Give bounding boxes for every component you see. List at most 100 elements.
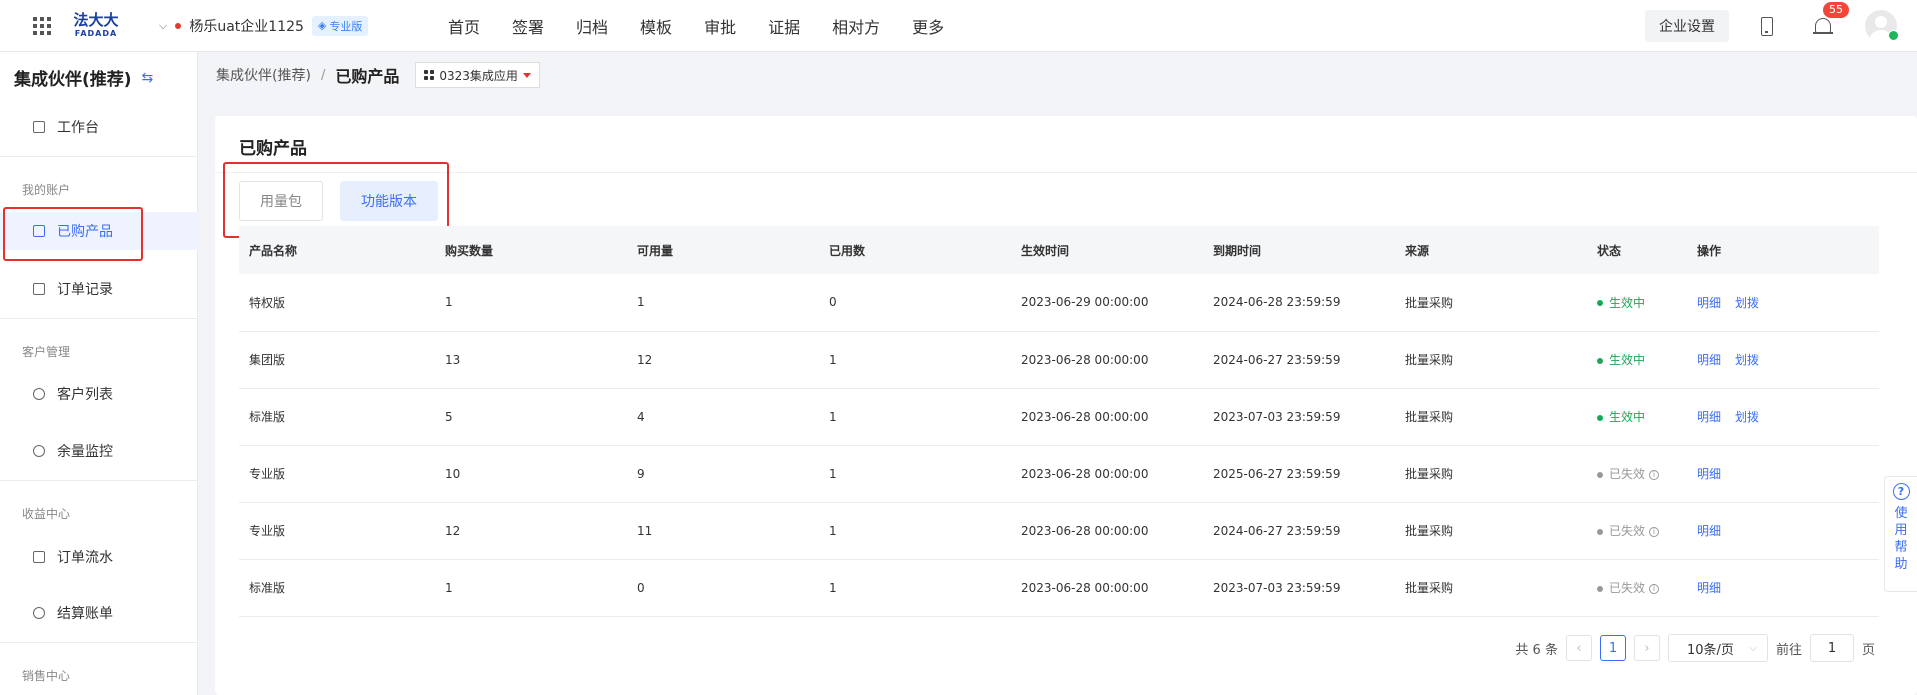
help-floating-button[interactable]: ? 使用帮助 xyxy=(1884,476,1917,592)
cell-product-name: 标准版 xyxy=(239,559,435,617)
transfer-link[interactable]: 划拨 xyxy=(1735,410,1759,424)
cell-available: 11 xyxy=(627,502,819,560)
cell-product-name: 特权版 xyxy=(239,274,435,332)
cell-start-time: 2023-06-28 00:00:00 xyxy=(1011,559,1203,617)
fadada-logo[interactable]: 法大大 FADADA xyxy=(71,11,121,41)
sidebar-item-customer-list[interactable]: 客户列表 xyxy=(0,375,198,413)
enterprise-settings-button[interactable]: 企业设置 xyxy=(1645,10,1729,42)
cell-source: 批量采购 xyxy=(1395,331,1587,389)
breadcrumb: 集成伙伴(推荐) / 已购产品 0323集成应用 xyxy=(216,62,540,88)
info-icon[interactable]: i xyxy=(1649,526,1660,537)
status-dot xyxy=(1597,357,1603,364)
transfer-link[interactable]: 划拨 xyxy=(1735,296,1759,310)
app-grid-small-icon xyxy=(424,70,435,80)
detail-link[interactable]: 明细 xyxy=(1697,353,1721,367)
cell-available: 12 xyxy=(627,331,819,389)
card-divider xyxy=(215,172,1917,173)
cell-used: 0 xyxy=(819,274,1011,332)
cell-actions: 明细 xyxy=(1687,445,1879,503)
sidebar-item-balance-monitor[interactable]: 余量监控 xyxy=(0,432,198,470)
page-size-select[interactable]: 10条/页 ⌵ xyxy=(1667,634,1768,662)
info-icon[interactable]: i xyxy=(1649,583,1660,594)
cell-source: 批量采购 xyxy=(1395,388,1587,446)
sidebar-group-account: 我的账户 xyxy=(22,183,71,197)
table-row: 专业版 12 11 1 2023-06-28 00:00:00 2024-06-27 23… xyxy=(239,502,1879,560)
cell-actions: 明细 xyxy=(1687,502,1879,560)
cell-start-time: 2023-06-29 00:00:00 xyxy=(1011,274,1203,332)
sidebar-item-settlement[interactable]: 结算账单 xyxy=(0,594,198,632)
cell-used: 1 xyxy=(819,445,1011,503)
nav-approval[interactable]: 审批 xyxy=(704,14,736,38)
page-title: 已购产品 xyxy=(335,67,400,86)
sidebar-item-workbench[interactable]: 工作台 xyxy=(0,108,198,146)
sidebar-group-revenue: 收益中心 xyxy=(22,507,71,521)
sidebar-divider xyxy=(0,318,198,319)
nav-sign[interactable]: 签署 xyxy=(512,14,544,38)
page-size-label: 10条/页 xyxy=(1686,642,1734,658)
sidebar-item-order-flow[interactable]: 订单流水 xyxy=(0,538,198,576)
prev-page-button[interactable]: ‹ xyxy=(1565,635,1592,661)
nav-more[interactable]: 更多 xyxy=(912,14,944,38)
detail-link[interactable]: 明细 xyxy=(1697,410,1721,424)
cell-product-name: 标准版 xyxy=(239,388,435,446)
sidebar-title-text: 集成伙伴(推荐) xyxy=(14,70,132,90)
table-header-row: 产品名称 购买数量 可用量 已用数 生效时间 到期时间 来源 状态 操作 xyxy=(239,226,1879,274)
goto-page-input[interactable]: 1 xyxy=(1809,634,1854,662)
notification-count-badge: 55 xyxy=(1823,2,1849,18)
app-selector[interactable]: 0323集成应用 xyxy=(415,62,540,88)
help-label: 使用帮助 xyxy=(1894,506,1908,572)
cell-available: 0 xyxy=(627,559,819,617)
status-label: 生效中 xyxy=(1609,353,1646,367)
status-label: 已失效 xyxy=(1609,467,1646,481)
cell-end-time: 2023-07-03 23:59:59 xyxy=(1203,388,1395,446)
sidebar-group-customer: 客户管理 xyxy=(22,345,71,359)
card-title: 已购产品 xyxy=(239,139,307,159)
app-grid-icon[interactable] xyxy=(31,15,53,37)
verified-check-icon xyxy=(1888,30,1899,41)
nav-evidence[interactable]: 证据 xyxy=(768,14,800,38)
edition-label: 专业版 xyxy=(329,19,363,33)
switch-icon[interactable]: ⇆ xyxy=(142,70,154,86)
col-used: 已用数 xyxy=(829,243,866,258)
sidebar-divider xyxy=(0,480,198,481)
breadcrumb-parent[interactable]: 集成伙伴(推荐) xyxy=(216,65,311,85)
status-dot xyxy=(1597,300,1603,307)
cell-status: 已失效 i xyxy=(1587,445,1687,503)
bell-icon xyxy=(1815,18,1831,33)
cell-start-time: 2023-06-28 00:00:00 xyxy=(1011,388,1203,446)
sidebar-item-label: 结算账单 xyxy=(57,606,113,622)
top-right-actions: 企业设置 55 xyxy=(1645,0,1917,52)
col-available: 可用量 xyxy=(637,243,674,258)
col-actions: 操作 xyxy=(1697,243,1722,258)
transfer-link[interactable]: 划拨 xyxy=(1735,353,1759,367)
logo-text-cn: 法大大 xyxy=(73,11,119,29)
detail-link[interactable]: 明细 xyxy=(1697,467,1721,481)
page-number-current[interactable]: 1 xyxy=(1599,635,1626,661)
detail-link[interactable]: 明细 xyxy=(1697,524,1721,538)
nav-counterparty[interactable]: 相对方 xyxy=(832,14,880,38)
nav-archive[interactable]: 归档 xyxy=(576,14,608,38)
mobile-phone-icon[interactable] xyxy=(1761,16,1773,36)
trend-chart-icon xyxy=(33,551,45,563)
cell-purchase-qty: 12 xyxy=(435,502,627,560)
next-page-button[interactable]: › xyxy=(1633,635,1660,661)
highlight-box-sidebar xyxy=(3,207,143,261)
magnifier-icon xyxy=(33,445,45,457)
cell-end-time: 2025-06-27 23:59:59 xyxy=(1203,445,1395,503)
cell-purchase-qty: 1 xyxy=(435,559,627,617)
cell-used: 1 xyxy=(819,331,1011,389)
company-switcher[interactable]: ⌵ 杨乐uat企业1125 ◈ 专业版 xyxy=(159,15,369,36)
notification-bell[interactable]: 55 xyxy=(1813,2,1849,36)
nav-home[interactable]: 首页 xyxy=(448,14,480,38)
sidebar-group-sales: 销售中心 xyxy=(22,669,71,683)
pagination: 共 6 条 ‹ 1 › 10条/页 ⌵ 前往 1 页 xyxy=(1515,634,1875,662)
nav-template[interactable]: 模板 xyxy=(640,14,672,38)
detail-link[interactable]: 明细 xyxy=(1697,581,1721,595)
detail-link[interactable]: 明细 xyxy=(1697,296,1721,310)
info-icon[interactable]: i xyxy=(1649,469,1660,480)
col-source: 来源 xyxy=(1405,243,1430,258)
diamond-icon: ◈ xyxy=(317,19,327,32)
cell-available: 4 xyxy=(627,388,819,446)
status-label: 生效中 xyxy=(1609,410,1646,424)
sidebar-item-orders[interactable]: 订单记录 xyxy=(0,270,198,308)
